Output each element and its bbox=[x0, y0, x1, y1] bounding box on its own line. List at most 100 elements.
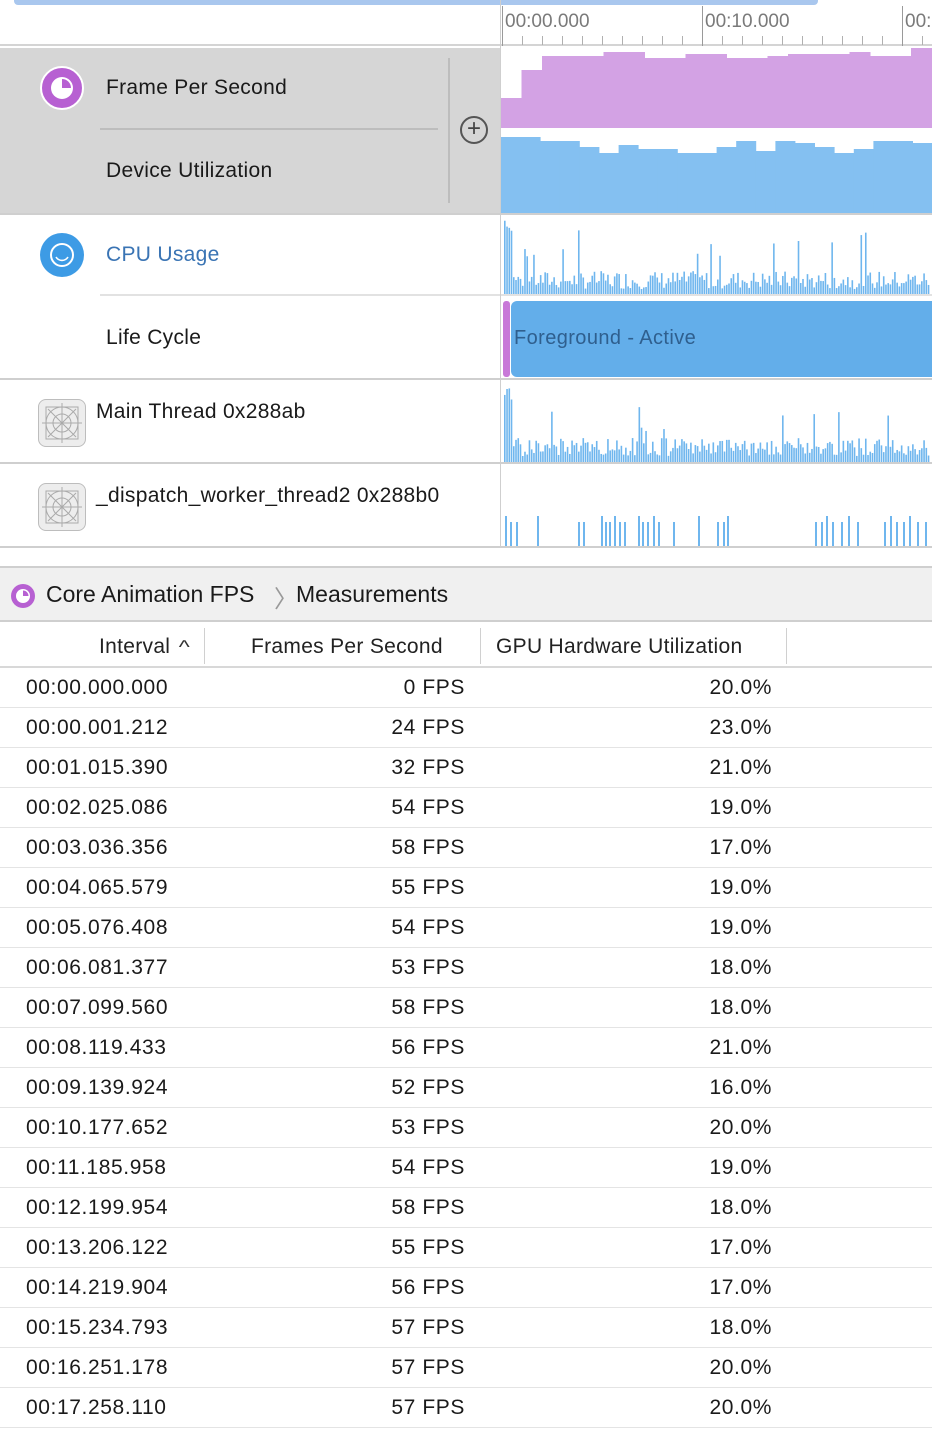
column-header-gpu[interactable]: GPU Hardware Utilization bbox=[496, 624, 742, 668]
table-row[interactable]: 00:01.015.390 32 FPS 21.0% bbox=[0, 748, 932, 788]
table-row[interactable]: 00:09.139.924 52 FPS 16.0% bbox=[0, 1068, 932, 1108]
thread-spike bbox=[797, 438, 800, 462]
thread-spike bbox=[891, 440, 894, 462]
gpu-cell: 19.0% bbox=[709, 876, 772, 899]
table-row[interactable]: 00:03.036.356 58 FPS 17.0% bbox=[0, 828, 932, 868]
table-row[interactable]: 00:04.065.579 55 FPS 19.0% bbox=[0, 868, 932, 908]
thread-spike bbox=[912, 444, 914, 462]
thread-spike bbox=[900, 445, 903, 462]
cpu-spike bbox=[768, 275, 771, 295]
timeline-scroller[interactable] bbox=[14, 0, 818, 5]
core-animation-track-header[interactable]: Frame Per Second Device Utilization + bbox=[0, 48, 500, 213]
cpu-spike bbox=[802, 278, 804, 295]
column-divider[interactable] bbox=[786, 628, 787, 664]
thread-spike bbox=[826, 443, 829, 462]
cpu-spike bbox=[504, 220, 506, 295]
thread-spike bbox=[864, 438, 867, 462]
core-animation-clock-icon bbox=[40, 66, 84, 110]
thread-spike bbox=[674, 439, 676, 462]
table-row[interactable]: 00:13.206.122 55 FPS 17.0% bbox=[0, 1228, 932, 1268]
ruler-minor-tick bbox=[582, 36, 583, 45]
interval-cell: 00:07.099.560 bbox=[26, 996, 169, 1019]
table-row[interactable]: 00:06.081.377 53 FPS 18.0% bbox=[0, 948, 932, 988]
table-row[interactable]: 00:14.219.904 56 FPS 17.0% bbox=[0, 1268, 932, 1308]
cpu-spike bbox=[553, 277, 555, 295]
cpu-spike bbox=[701, 275, 703, 295]
breadcrumb-view[interactable]: Measurements bbox=[296, 581, 448, 608]
cpu-spike bbox=[519, 278, 522, 295]
cpu-usage-track-label: CPU Usage bbox=[106, 243, 220, 266]
utilization-bar bbox=[579, 147, 600, 213]
cpu-spike bbox=[914, 275, 916, 295]
thread-spike bbox=[629, 450, 632, 462]
thread-spike bbox=[602, 454, 605, 462]
thread-spike bbox=[609, 450, 611, 462]
thread-spike bbox=[746, 449, 748, 462]
table-row[interactable]: 00:00.001.212 24 FPS 23.0% bbox=[0, 708, 932, 748]
table-row[interactable]: 00:10.177.652 53 FPS 20.0% bbox=[0, 1108, 932, 1148]
thread-spike bbox=[795, 448, 798, 462]
fps-cell: 53 FPS bbox=[391, 956, 465, 979]
sort-ascending-icon[interactable]: ^ bbox=[179, 624, 190, 668]
gpu-cell: 21.0% bbox=[709, 1036, 772, 1059]
fps-cell: 57 FPS bbox=[391, 1396, 465, 1419]
cpu-spike bbox=[667, 278, 670, 295]
thread-spike bbox=[734, 442, 737, 462]
thread-spike bbox=[643, 443, 645, 462]
table-row[interactable]: 00:07.099.560 58 FPS 18.0% bbox=[0, 988, 932, 1028]
table-row[interactable]: 00:08.119.433 56 FPS 21.0% bbox=[0, 1028, 932, 1068]
breadcrumb-instrument[interactable]: Core Animation FPS bbox=[46, 581, 254, 608]
activity-track-header[interactable]: CPU Usage Life Cycle bbox=[0, 215, 500, 378]
thread-spike bbox=[604, 453, 607, 462]
column-divider[interactable] bbox=[204, 628, 205, 664]
worker-thread-graph[interactable] bbox=[501, 464, 932, 546]
table-row[interactable]: 00:00.000.000 0 FPS 20.0% bbox=[0, 668, 932, 708]
divider bbox=[100, 294, 500, 296]
thread-spike bbox=[699, 451, 701, 462]
worker-activity-bar bbox=[857, 522, 859, 546]
table-row[interactable]: 00:11.185.958 54 FPS 19.0% bbox=[0, 1148, 932, 1188]
thread-spike bbox=[708, 443, 710, 462]
table-row[interactable]: 00:12.199.954 58 FPS 18.0% bbox=[0, 1188, 932, 1228]
fps-bar bbox=[911, 48, 932, 128]
table-row[interactable]: 00:05.076.408 54 FPS 19.0% bbox=[0, 908, 932, 948]
ruler-minor-tick bbox=[562, 36, 563, 45]
column-header-interval[interactable]: Interval bbox=[99, 624, 170, 668]
cpu-spike bbox=[694, 274, 697, 295]
table-row[interactable]: 00:17.258.110 57 FPS 20.0% bbox=[0, 1388, 932, 1428]
fps-bar bbox=[747, 58, 768, 128]
cpu-spike bbox=[784, 271, 786, 295]
thread-grid-icon bbox=[38, 483, 86, 531]
thread-spike bbox=[584, 442, 587, 462]
cpu-spike bbox=[842, 279, 845, 295]
cpu-usage-graph[interactable] bbox=[501, 215, 932, 295]
thread-spike bbox=[773, 454, 775, 462]
table-row[interactable]: 00:16.251.178 57 FPS 20.0% bbox=[0, 1348, 932, 1388]
table-row[interactable]: 00:02.025.086 54 FPS 19.0% bbox=[0, 788, 932, 828]
thread-spike bbox=[528, 440, 531, 462]
lifecycle-launch-segment[interactable] bbox=[503, 301, 510, 377]
ruler-minor-tick bbox=[822, 36, 823, 45]
thread-spike bbox=[647, 454, 650, 462]
fps-cell: 32 FPS bbox=[391, 756, 465, 779]
thread-spike bbox=[898, 451, 901, 462]
thread-spike bbox=[551, 411, 553, 462]
plus-circle-icon[interactable]: + bbox=[460, 116, 488, 144]
timeline-ruler[interactable] bbox=[0, 0, 932, 46]
core-animation-graph[interactable] bbox=[501, 48, 932, 213]
worker-activity-bar bbox=[826, 516, 828, 546]
table-row[interactable]: 00:15.234.793 57 FPS 18.0% bbox=[0, 1308, 932, 1348]
thread-spike bbox=[681, 439, 683, 462]
thread-spike bbox=[533, 452, 535, 462]
lifecycle-active-segment[interactable]: Foreground - Active bbox=[511, 301, 932, 377]
thread-spike bbox=[683, 441, 685, 462]
cpu-spike bbox=[660, 273, 663, 295]
column-divider[interactable] bbox=[480, 628, 481, 664]
thread-spike bbox=[887, 415, 889, 462]
main-thread-graph[interactable] bbox=[501, 381, 932, 462]
column-header-fps[interactable]: Frames Per Second bbox=[251, 624, 443, 668]
thread-spike bbox=[788, 443, 791, 462]
fps-bar bbox=[583, 56, 604, 128]
interval-cell: 00:14.219.904 bbox=[26, 1276, 169, 1299]
lifecycle-track-label: Life Cycle bbox=[106, 326, 202, 349]
